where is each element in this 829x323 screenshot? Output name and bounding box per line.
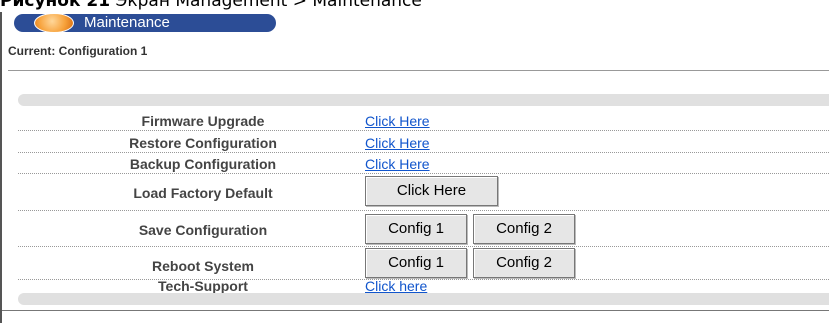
divider [8, 70, 829, 71]
save-config-1-button[interactable]: Config 1 [365, 214, 467, 244]
backup-configuration-link[interactable]: Click Here [365, 156, 430, 172]
table-footer-band [18, 293, 829, 305]
row-load-factory-default: Load Factory Default Click Here [18, 174, 829, 211]
row-tech-support: Tech-Support Click here [18, 278, 829, 294]
backup-configuration-label: Backup Configuration [129, 156, 277, 172]
figure-caption-label: Рисунок 21 [0, 0, 111, 11]
row-restore-configuration: Restore Configuration Click Here [18, 131, 829, 153]
bottom-divider [2, 310, 829, 311]
row-save-configuration: Save Configuration Config 1 Config 2 [18, 211, 829, 247]
row-backup-configuration: Backup Configuration Click Here [18, 153, 829, 174]
save-config-2-button[interactable]: Config 2 [473, 214, 575, 244]
maintenance-table: Firmware Upgrade Click Here Restore Conf… [8, 80, 829, 312]
reboot-config-1-button[interactable]: Config 1 [365, 248, 467, 278]
restore-configuration-link[interactable]: Click Here [365, 135, 430, 151]
figure-caption: Рисунок 21 Экран Management > Maintenanc… [0, 0, 829, 11]
save-configuration-label: Save Configuration [138, 222, 268, 238]
reboot-system-label: Reboot System [152, 258, 254, 274]
firmware-upgrade-link[interactable]: Click Here [365, 113, 430, 129]
title-bar: Maintenance [14, 13, 276, 33]
page-title: Maintenance [84, 14, 170, 31]
figure-caption-text: Экран Management > Maintenance [115, 0, 422, 11]
row-firmware-upgrade: Firmware Upgrade Click Here [18, 107, 829, 131]
tech-support-label: Tech-Support [158, 278, 248, 294]
restore-configuration-label: Restore Configuration [129, 135, 277, 151]
firmware-upgrade-label: Firmware Upgrade [141, 113, 265, 129]
reboot-config-2-button[interactable]: Config 2 [473, 248, 575, 278]
row-reboot-system: Reboot System Config 1 Config 2 [18, 247, 829, 280]
current-configuration: Current: Configuration 1 [8, 44, 148, 58]
load-factory-default-label: Load Factory Default [133, 185, 273, 201]
load-factory-default-button[interactable]: Click Here [365, 176, 498, 206]
maintenance-panel: Maintenance Current: Configuration 1 Fir… [0, 12, 829, 323]
orange-bubble-icon [34, 13, 74, 33]
table-header-band [18, 94, 829, 106]
tech-support-link[interactable]: Click here [365, 278, 427, 294]
